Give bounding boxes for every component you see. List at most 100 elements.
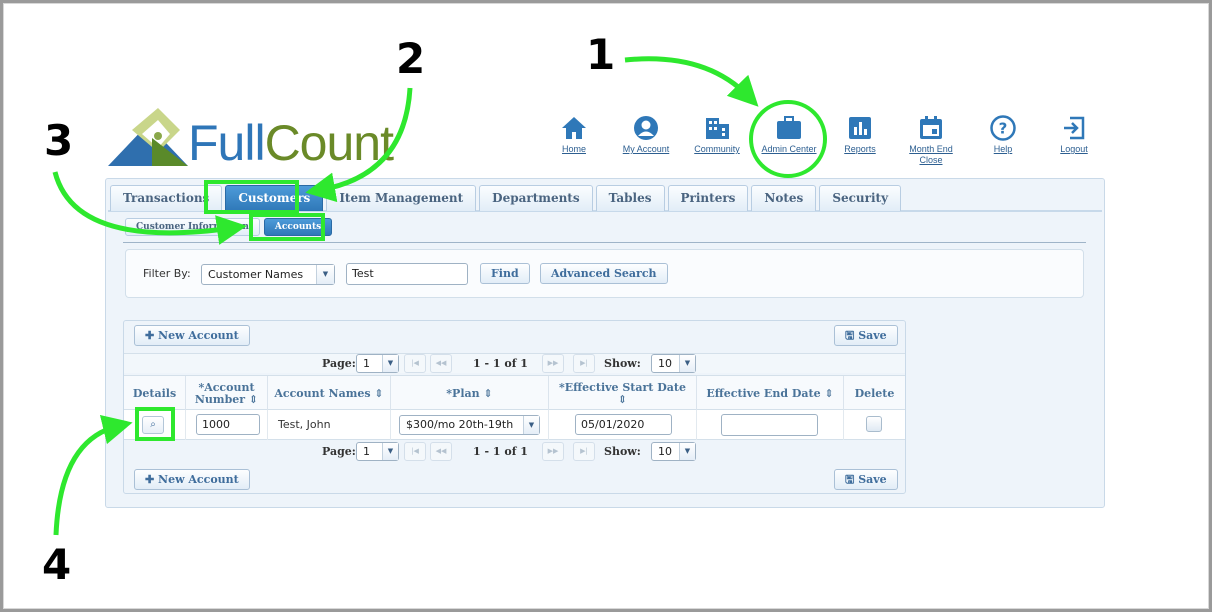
fullcount-logo: FullCount: [108, 108, 428, 172]
chevron-down-icon: ▼: [679, 443, 695, 460]
prev-page-icon[interactable]: ◀◀: [430, 442, 452, 461]
col-effective-start-label: *Effective Start Date: [559, 380, 686, 394]
next-page-icon[interactable]: ▶▶: [542, 442, 564, 461]
bar-chart-icon: [849, 117, 871, 139]
save-label: Save: [858, 329, 887, 342]
col-effective-start-date[interactable]: *Effective Start Date ⇕: [549, 376, 697, 411]
start-date-input[interactable]: 05/01/2020: [575, 414, 672, 435]
table-header-row: Details *Account Number ⇕ Account Names ⇕…: [124, 375, 905, 411]
filter-text-input[interactable]: Test: [346, 263, 468, 285]
pager-page-label: Page:: [322, 445, 356, 458]
col-details: Details: [124, 376, 186, 411]
sort-icon: ⇕: [248, 392, 259, 406]
nav-month-end-close[interactable]: Month End Close: [894, 114, 968, 166]
logo-wordmark: FullCount: [188, 115, 394, 171]
cell-effective-start: 05/01/2020: [549, 410, 697, 440]
pager-range: 1 - 1 of 1: [473, 357, 528, 370]
col-effective-end-date[interactable]: Effective End Date ⇕: [697, 376, 844, 411]
highlight-admin-center: [749, 100, 827, 178]
find-button[interactable]: Find: [480, 263, 530, 284]
pager-show-select[interactable]: 10 ▼: [651, 354, 696, 373]
nav-community[interactable]: Community: [680, 114, 754, 155]
tab-printers[interactable]: Printers: [667, 185, 749, 211]
last-page-icon[interactable]: ▶|: [573, 442, 595, 461]
cell-effective-end: [697, 410, 844, 440]
first-page-icon[interactable]: |◀: [404, 442, 426, 461]
logo-mark-icon: [108, 108, 188, 166]
nav-help[interactable]: ? Help: [966, 114, 1040, 155]
col-effective-end-label: Effective End Date: [706, 386, 821, 400]
chevron-down-icon: ▼: [316, 265, 334, 284]
pager-range: 1 - 1 of 1: [473, 445, 528, 458]
delete-checkbox[interactable]: [866, 416, 882, 432]
plus-icon: ✚: [145, 473, 159, 486]
new-account-button-bottom[interactable]: ✚ New Account: [134, 469, 250, 490]
filter-label: Filter By:: [143, 267, 191, 280]
new-account-label: New Account: [158, 329, 239, 342]
cell-plan: $300/mo 20th-19th ▼: [391, 410, 549, 440]
account-number-input[interactable]: 1000: [196, 414, 260, 435]
account-name-text: Test, John: [278, 418, 331, 431]
tab-security[interactable]: Security: [819, 185, 902, 211]
tab-departments[interactable]: Departments: [479, 185, 593, 211]
nav-reports[interactable]: Reports: [823, 114, 897, 155]
filter-select-value: Customer Names: [208, 268, 304, 281]
calendar-icon: [920, 116, 942, 139]
tab-tables[interactable]: Tables: [595, 185, 665, 211]
sort-icon: ⇕: [374, 386, 384, 400]
highlight-customers-tab: [204, 180, 299, 214]
home-icon: [562, 117, 586, 139]
step-number-1: 1: [586, 30, 616, 79]
filter-select[interactable]: Customer Names ▼: [201, 264, 335, 285]
save-icon: 🖫: [845, 473, 859, 486]
step-number-4: 4: [42, 540, 72, 589]
pager-page-select[interactable]: 1 ▼: [356, 442, 399, 461]
chevron-down-icon: ▼: [382, 443, 398, 460]
pager-page-value: 1: [363, 357, 370, 370]
svg-text:?: ?: [999, 120, 1008, 138]
subtab-divider: [123, 242, 1086, 243]
pager-show-label: Show:: [604, 357, 641, 370]
last-page-icon[interactable]: ▶|: [573, 354, 595, 373]
cell-account-number: 1000: [186, 410, 268, 440]
advanced-search-button[interactable]: Advanced Search: [540, 263, 668, 284]
sort-icon: ⇕: [617, 392, 628, 406]
step-number-3: 3: [44, 116, 74, 165]
col-account-number[interactable]: *Account Number ⇕: [186, 376, 268, 411]
pager-show-select[interactable]: 10 ▼: [651, 442, 696, 461]
plan-select[interactable]: $300/mo 20th-19th ▼: [399, 415, 540, 435]
help-icon: ?: [990, 115, 1016, 141]
pager-page-select[interactable]: 1 ▼: [356, 354, 399, 373]
first-page-icon[interactable]: |◀: [404, 354, 426, 373]
logout-icon: [1064, 116, 1085, 140]
cell-delete: [844, 410, 905, 440]
save-button-bottom[interactable]: 🖫 Save: [834, 469, 898, 490]
pager-show-value: 10: [658, 445, 672, 458]
nav-logout[interactable]: Logout: [1037, 114, 1111, 155]
nav-home[interactable]: Home: [537, 114, 611, 155]
user-circle-icon: [634, 116, 658, 140]
save-button-top[interactable]: 🖫 Save: [834, 325, 898, 346]
col-plan-label: *Plan: [446, 386, 480, 400]
sort-icon: ⇕: [483, 386, 493, 400]
step-number-2: 2: [396, 34, 426, 83]
col-delete: Delete: [854, 386, 895, 400]
tab-item-management[interactable]: Item Management: [326, 185, 477, 211]
nav-my-account[interactable]: My Account: [609, 114, 683, 155]
col-account-names[interactable]: Account Names ⇕: [268, 376, 391, 411]
pager-page-label: Page:: [322, 357, 356, 370]
col-plan[interactable]: *Plan ⇕: [391, 376, 549, 411]
cell-account-name: Test, John: [268, 410, 391, 440]
tab-notes[interactable]: Notes: [751, 185, 817, 211]
table-row: ⌕ 1000 Test, John $300/mo 20th-19th ▼ 05/…: [124, 410, 905, 440]
highlight-accounts-subtab: [249, 213, 325, 241]
new-account-button-top[interactable]: ✚ New Account: [134, 325, 250, 346]
subtab-customer-information[interactable]: Customer Information: [125, 218, 260, 236]
prev-page-icon[interactable]: ◀◀: [430, 354, 452, 373]
end-date-input[interactable]: [721, 414, 818, 436]
save-label: Save: [858, 473, 887, 486]
building-icon: [706, 118, 729, 139]
plan-select-value: $300/mo 20th-19th: [406, 418, 514, 431]
next-page-icon[interactable]: ▶▶: [542, 354, 564, 373]
col-account-number-line2: Number ⇕: [194, 392, 259, 406]
